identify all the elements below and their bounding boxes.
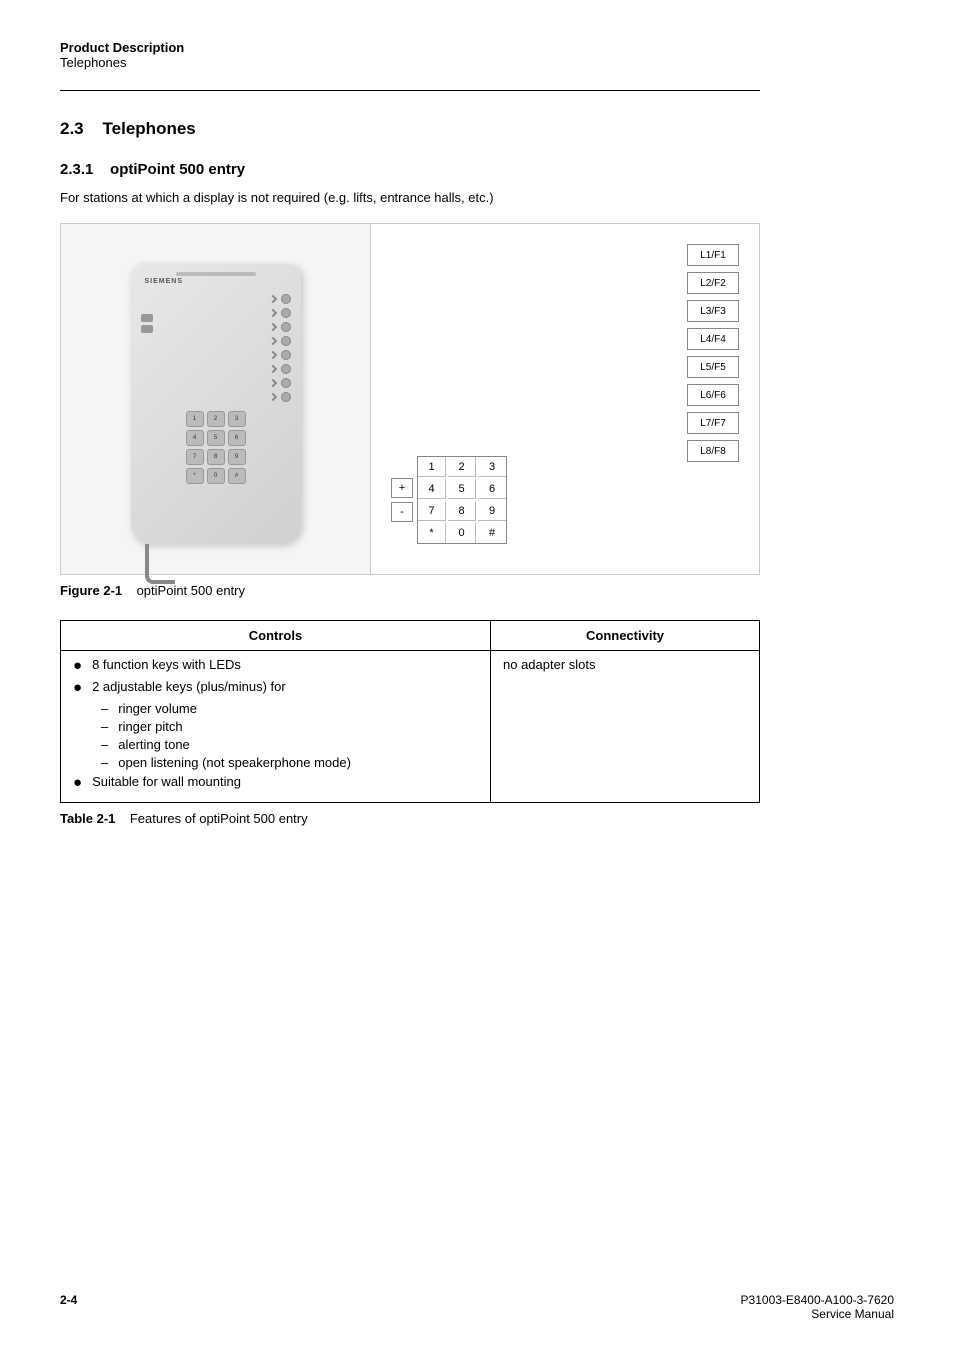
key-8: 8 [448, 501, 476, 521]
phone-top-bar [176, 272, 256, 276]
phone-cord [145, 544, 175, 584]
fkey-l3f3: L3/F3 [687, 300, 739, 322]
sub-item-3-text: alerting tone [118, 737, 190, 752]
key-hash: # [478, 523, 506, 543]
bullet-item-3: ● Suitable for wall mounting [73, 774, 478, 792]
bullet-3-icon: ● [73, 774, 82, 792]
key-3: 3 [478, 457, 506, 477]
section-title-text: Telephones [103, 119, 196, 138]
bullet-item-2: ● 2 adjustable keys (plus/minus) for [73, 679, 478, 697]
footer-doc-number: P31003-E8400-A100-3-7620 [741, 1293, 894, 1307]
fkey-l4f4: L4/F4 [687, 328, 739, 350]
fkey-l2f2: L2/F2 [687, 272, 739, 294]
section-description: For stations at which a display is not r… [60, 190, 894, 205]
ctrl-buttons: + - [391, 478, 413, 522]
subsection-title-text: optiPoint 500 entry [110, 161, 245, 178]
key-star: * [418, 523, 446, 543]
fkey-l7f7: L7/F7 [687, 412, 739, 434]
footer-doc-type: Service Manual [741, 1307, 894, 1321]
key-7: 7 [418, 501, 446, 521]
header-product-description: Product Description [60, 40, 894, 55]
sub-item-1-text: ringer volume [118, 701, 197, 716]
table-number: Table 2-1 [60, 811, 115, 826]
dash-3: – [101, 737, 108, 752]
figure-number: Figure 2-1 [60, 583, 122, 598]
ctrl-plus-btn: + [391, 478, 413, 498]
bullet-2-icon: ● [73, 679, 82, 697]
ctrl-minus-btn: - [391, 502, 413, 522]
figure-caption-text: optiPoint 500 entry [137, 583, 245, 598]
table-header-controls: Controls [61, 621, 491, 651]
bullet-1-text: 8 function keys with LEDs [92, 657, 241, 672]
sub-list: – ringer volume – ringer pitch – alertin… [101, 701, 478, 770]
fkey-l8f8: L8/F8 [687, 440, 739, 462]
header-subtitle: Telephones [60, 55, 894, 70]
table-caption: Table 2-1 Features of optiPoint 500 entr… [60, 811, 894, 826]
table-caption-text: Features of optiPoint 500 entry [130, 811, 308, 826]
table-connectivity-cell: no adapter slots [491, 651, 760, 803]
key-9: 9 [478, 501, 506, 521]
key-4: 4 [418, 479, 446, 499]
dash-1: – [101, 701, 108, 716]
phone-brand-label: SIEMENS [145, 278, 184, 285]
sub-item-2-text: ringer pitch [118, 719, 182, 734]
fkey-l1f1: L1/F1 [687, 244, 739, 266]
numeric-keypad-grid: 1 2 3 4 5 6 7 8 9 * 0 # [417, 456, 507, 544]
footer-right: P31003-E8400-A100-3-7620 Service Manual [741, 1293, 894, 1321]
page-footer: 2-4 P31003-E8400-A100-3-7620 Service Man… [60, 1293, 894, 1321]
section-divider [60, 90, 760, 91]
subsection-number: 2.3.1 [60, 161, 93, 178]
sub-item-4: – open listening (not speakerphone mode) [101, 755, 478, 770]
phone-keypad: 123 456 789 *0# [186, 411, 246, 484]
key-1: 1 [418, 457, 446, 477]
bullet-1-icon: ● [73, 657, 82, 675]
bullet-3-text: Suitable for wall mounting [92, 774, 241, 789]
dash-2: – [101, 719, 108, 734]
section-number: 2.3 [60, 119, 84, 138]
function-keys-column: L1/F1 L2/F2 L3/F3 L4/F4 L5/F5 L6/F6 L7/F… [687, 244, 739, 462]
key-0: 0 [448, 523, 476, 543]
bullet-item-1: ● 8 function keys with LEDs [73, 657, 478, 675]
phone-function-keys [270, 294, 291, 402]
key-6: 6 [478, 479, 506, 499]
figure-phone-image: SIEMENS [61, 224, 371, 574]
bullet-2-text: 2 adjustable keys (plus/minus) for [92, 679, 286, 694]
figure-container: SIEMENS [60, 223, 760, 575]
key-2: 2 [448, 457, 476, 477]
figure-caption: Figure 2-1 optiPoint 500 entry [60, 583, 894, 598]
subsection-heading: 2.3.1 optiPoint 500 entry [60, 161, 894, 178]
footer-page-number: 2-4 [60, 1293, 77, 1321]
sub-item-4-text: open listening (not speakerphone mode) [118, 755, 351, 770]
table-header-connectivity: Connectivity [491, 621, 760, 651]
sub-item-3: – alerting tone [101, 737, 478, 752]
features-table: Controls Connectivity ● 8 function keys … [60, 620, 760, 803]
fkey-l5f5: L5/F5 [687, 356, 739, 378]
section-heading: 2.3 Telephones [60, 119, 894, 139]
sub-item-1: – ringer volume [101, 701, 478, 716]
sub-item-2: – ringer pitch [101, 719, 478, 734]
keypad-area: + - 1 2 3 4 5 6 7 8 9 * 0 # [391, 456, 507, 544]
phone-volume-buttons [141, 314, 153, 333]
fkey-l6f6: L6/F6 [687, 384, 739, 406]
key-5: 5 [448, 479, 476, 499]
figure-keypad-diagram: L1/F1 L2/F2 L3/F3 L4/F4 L5/F5 L6/F6 L7/F… [371, 224, 759, 574]
dash-4: – [101, 755, 108, 770]
table-controls-cell: ● 8 function keys with LEDs ● 2 adjustab… [61, 651, 491, 803]
connectivity-item-1: no adapter slots [503, 657, 596, 672]
